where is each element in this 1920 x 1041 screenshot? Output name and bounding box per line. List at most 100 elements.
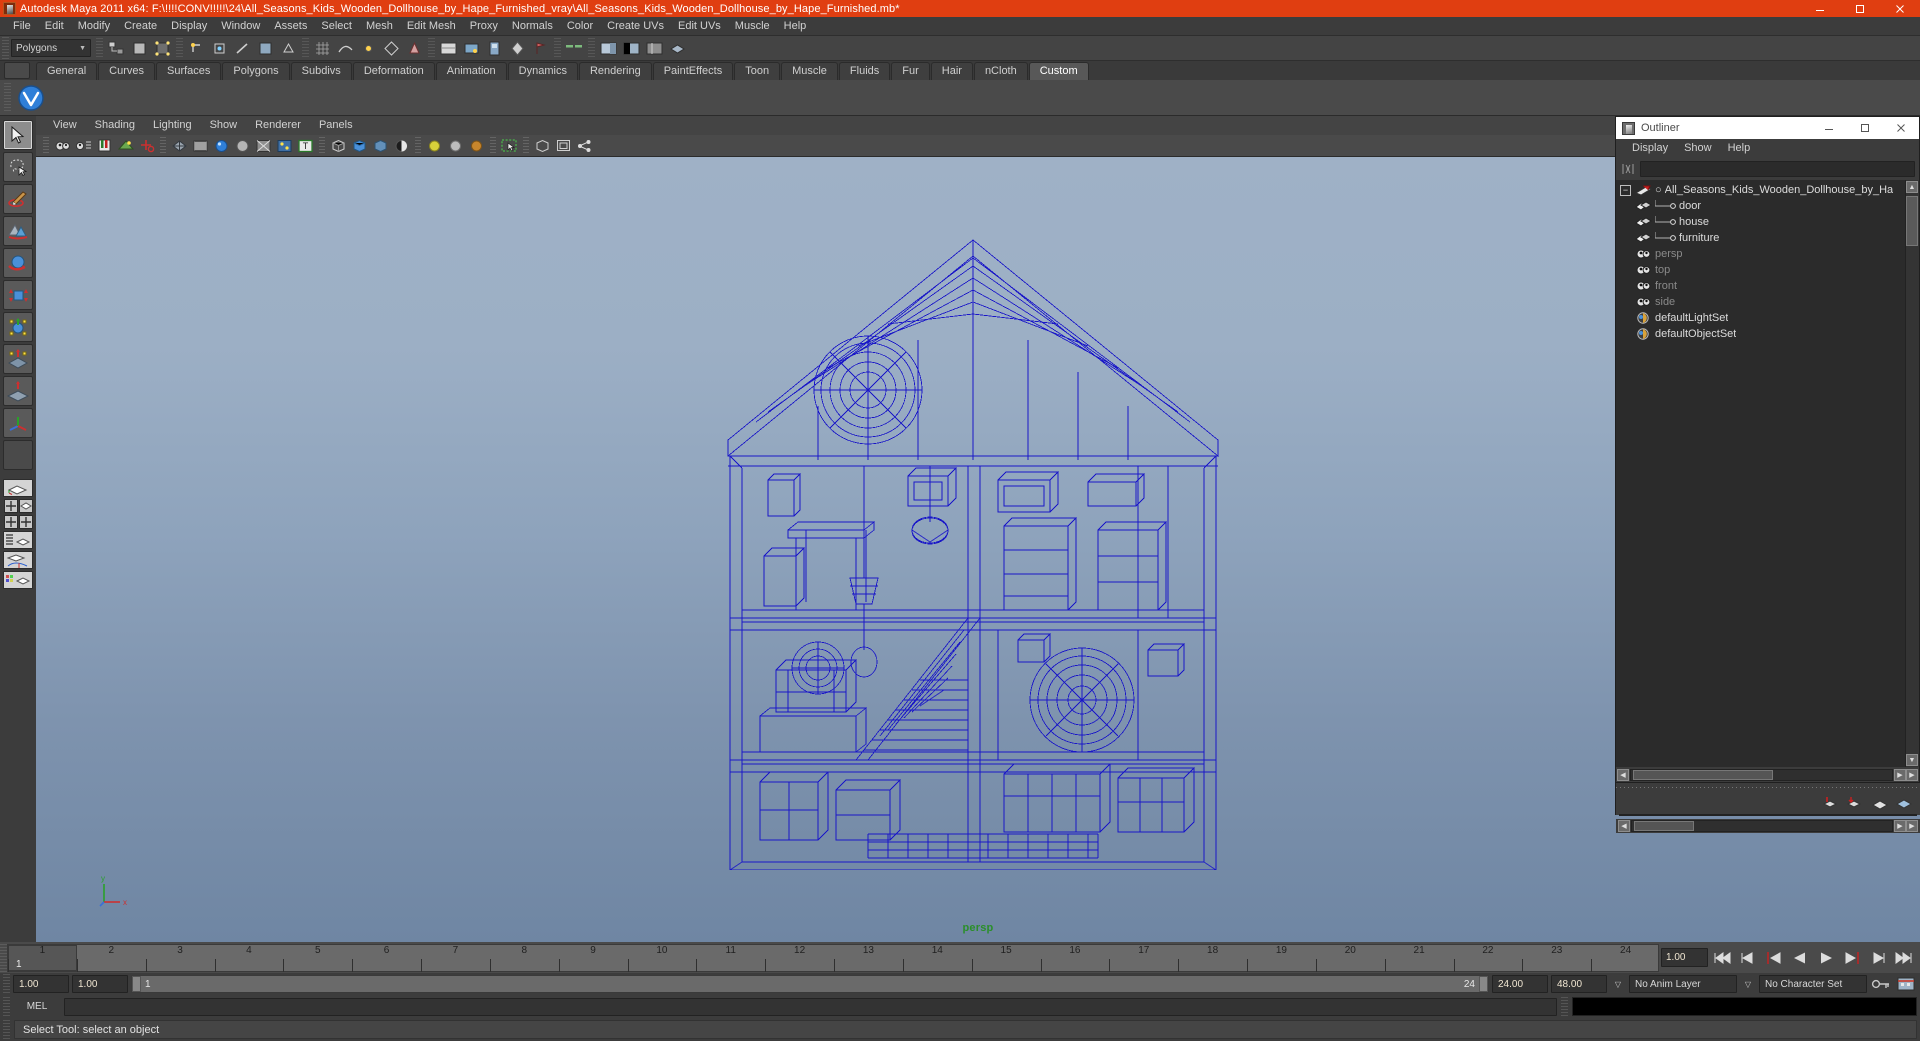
isolate-select-icon[interactable] [533,136,552,155]
time-slider-grip[interactable] [0,943,7,972]
minimize-icon[interactable] [1800,0,1840,17]
toolbar-grip-5[interactable] [554,38,561,58]
layer-hscroll-track[interactable] [1631,820,1893,832]
texture-off-icon[interactable] [254,136,273,155]
scroll-down-icon[interactable]: ▼ [1906,754,1918,766]
soft-modification-tool[interactable] [3,376,33,406]
step-back-frame-icon[interactable] [1762,947,1786,968]
sculpt-geometry-tool[interactable] [3,216,33,246]
current-time-field[interactable]: 1.00 [1661,948,1708,967]
toolbar-grip-3[interactable] [302,38,309,58]
menu-edit-mesh[interactable]: Edit Mesh [400,17,463,36]
outliner-hscroll-track[interactable] [1630,768,1893,781]
show-layer-editor-icon[interactable] [667,38,688,59]
menu-window[interactable]: Window [214,17,267,36]
move-layer-down-icon[interactable] [1894,795,1914,811]
show-manipulator-tool[interactable] [3,408,33,438]
shelf-tab-deformation[interactable]: Deformation [352,62,435,80]
outliner-row-defaultobjectset[interactable]: defaultObjectSet [1616,326,1919,342]
two-panes-stacked-layout[interactable] [3,515,18,529]
xray-joints-icon[interactable] [371,136,390,155]
panel-toolbar-grip-5[interactable] [490,136,496,155]
layer-row[interactable]: V All_Seasons_Kids_Wooden_Do [1620,815,1916,816]
select-hulls-icon[interactable] [278,38,299,59]
toolbar-grip-1[interactable] [96,38,103,58]
outliner-scroll-thumb[interactable] [1906,196,1918,246]
two-panes-side-layout[interactable] [18,515,33,529]
persp-graph-layout[interactable] [3,551,33,569]
outliner-search-input[interactable] [1640,161,1915,177]
menu-edit-uvs[interactable]: Edit UVs [671,17,728,36]
step-forward-frame-icon[interactable] [1840,947,1864,968]
go-to-start-icon[interactable] [1710,947,1734,968]
outliner-row-defaultlightset[interactable]: defaultLightSet [1616,310,1919,326]
outliner-row-root[interactable]: − ○ All_Seasons_Kids_Wooden_Dollhouse_by… [1616,182,1919,198]
go-to-end-icon[interactable] [1892,947,1916,968]
outliner-maximize-icon[interactable] [1847,117,1883,139]
use-all-lights-icon[interactable] [275,136,294,155]
shelf-tab-fur[interactable]: Fur [891,62,930,80]
show-channel-box-icon[interactable] [644,38,665,59]
lighting-sphere-icon[interactable] [392,136,411,155]
select-camera-icon[interactable] [53,136,72,155]
shelf-tab-dynamics[interactable]: Dynamics [507,62,578,80]
camera-attributes-icon[interactable] [74,136,93,155]
shelf-tab-painteffects[interactable]: PaintEffects [652,62,734,80]
shelf-tab-custom[interactable]: Custom [1028,62,1089,80]
step-forward-keyframe-icon[interactable] [1866,947,1890,968]
range-right-handle[interactable] [1479,976,1488,992]
frame-selection-icon[interactable] [554,136,573,155]
select-tool[interactable] [3,120,33,150]
outliner-row-persp[interactable]: persp [1616,246,1919,262]
shaded-cube-icon[interactable] [350,136,369,155]
menu-color[interactable]: Color [560,17,600,36]
anim-layer-chevron-icon[interactable]: ▽ [1610,975,1626,993]
universal-manipulator-tool[interactable] [3,344,33,374]
xray-display-icon[interactable] [329,136,348,155]
outliner-row-side[interactable]: side [1616,294,1919,310]
close-icon[interactable] [1880,0,1920,17]
smooth-shade-all-icon[interactable] [191,136,210,155]
scroll-up-icon[interactable]: ▲ [1906,181,1918,193]
maximize-icon[interactable] [1840,0,1880,17]
smooth-shade-selected-icon[interactable] [212,136,231,155]
rotate-tool[interactable] [3,280,33,310]
outliner-row-top[interactable]: top [1616,262,1919,278]
open-render-view-icon[interactable] [438,38,459,59]
layer-scroll-left-icon[interactable]: ◀ [1618,820,1630,832]
shelf-tab-hair[interactable]: Hair [930,62,973,80]
animation-preferences-icon[interactable] [1895,975,1917,993]
playback-range-bar[interactable]: 1 24 [131,975,1489,993]
lasso-select-tool[interactable] [3,152,33,182]
display-layer-list[interactable]: V All_Seasons_Kids_Wooden_Do [1619,814,1917,816]
range-left-handle[interactable] [132,976,141,992]
panel-toolbar-grip-6[interactable] [523,136,529,155]
menu-help[interactable]: Help [777,17,814,36]
render-globals-icon[interactable] [507,38,528,59]
animation-end-time-field[interactable]: 48.00 [1551,975,1607,993]
outliner-vertical-scrollbar[interactable]: ▲ ▼ [1905,180,1919,767]
outliner-close-icon[interactable] [1883,117,1919,139]
snap-to-grid-icon[interactable] [312,38,333,59]
shelf-item-vray-icon[interactable] [16,83,46,113]
anim-layer-selector[interactable]: No Anim Layer [1629,975,1737,993]
layer-hscroll-thumb[interactable] [1634,821,1694,831]
scroll-right-icon[interactable]: ▶ [1894,768,1906,781]
outliner-horizontal-scrollbar[interactable]: ◀ ▶ ▶ [1616,767,1919,782]
layer-scroll-right-end-icon[interactable]: ▶ [1906,820,1918,832]
render-flags-icon[interactable] [530,38,551,59]
shelf-tab-subdivs[interactable]: Subdivs [290,62,352,80]
menu-select[interactable]: Select [314,17,359,36]
menu-proxy[interactable]: Proxy [463,17,505,36]
menu-create-uvs[interactable]: Create UVs [600,17,671,36]
panel-menu-lighting[interactable]: Lighting [144,116,201,135]
play-backwards-icon[interactable] [1788,947,1812,968]
layer-scroll-right-icon[interactable]: ▶ [1894,820,1906,832]
shelf-tab-fluids[interactable]: Fluids [838,62,891,80]
move-tool[interactable] [3,248,33,278]
show-tool-settings-icon[interactable] [621,38,642,59]
menu-assets[interactable]: Assets [267,17,314,36]
layer-editor-grip[interactable] [1616,783,1920,792]
flat-shade-icon[interactable] [233,136,252,155]
select-by-component-icon[interactable] [152,38,173,59]
